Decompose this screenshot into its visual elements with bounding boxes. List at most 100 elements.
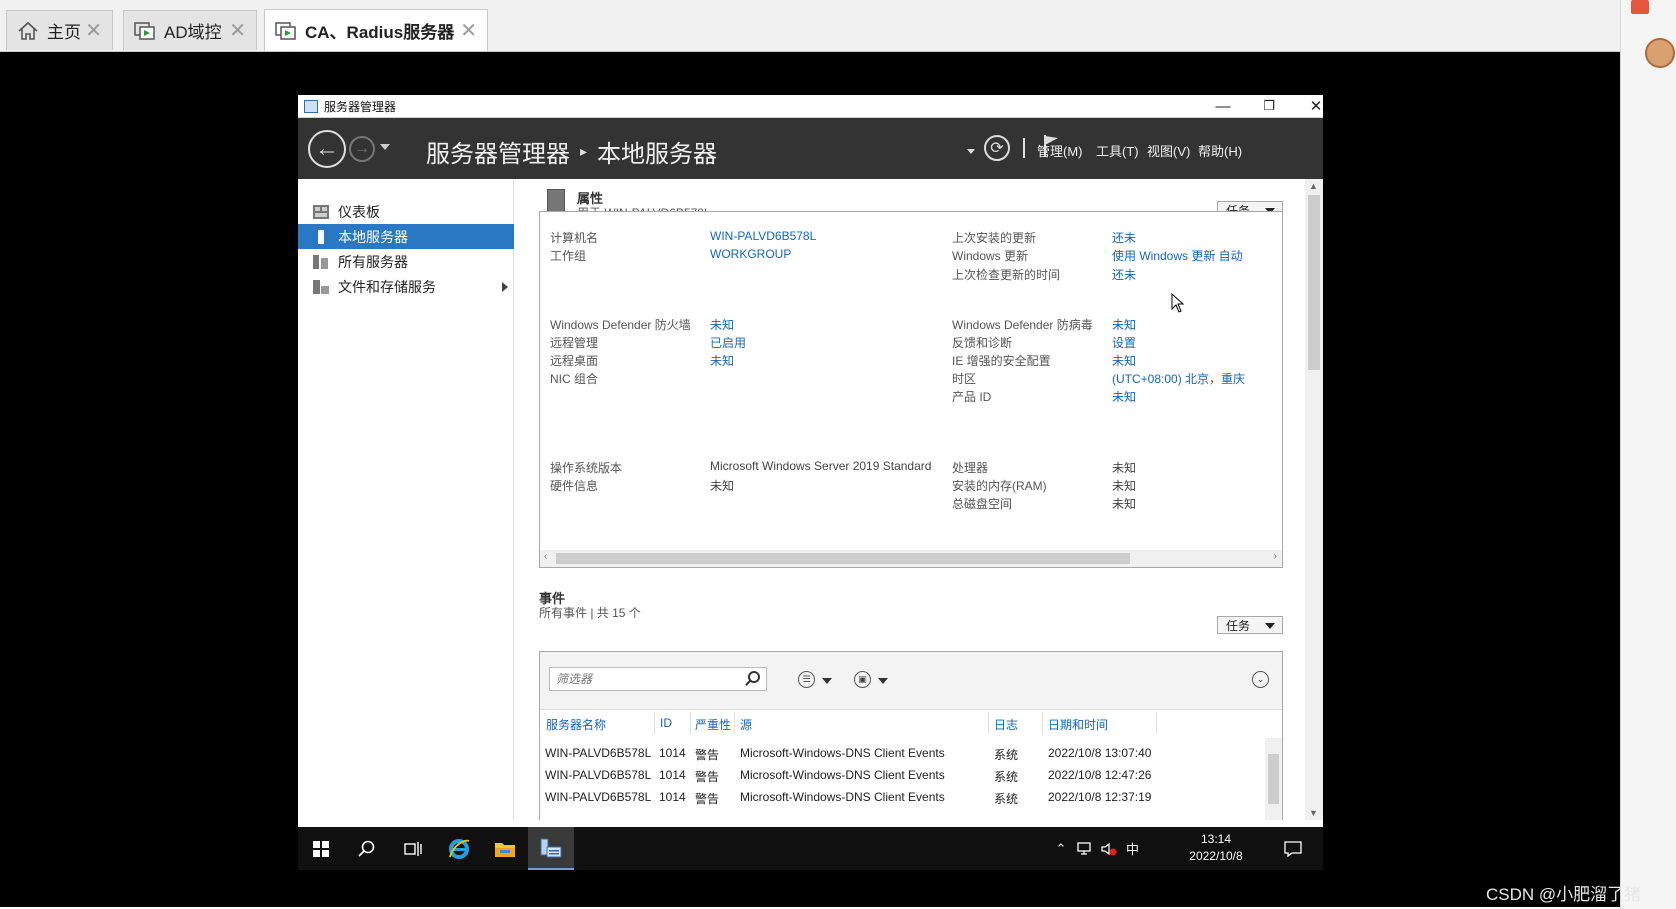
menu-view[interactable]: 视图(V) — [1147, 141, 1190, 160]
taskbar-clock[interactable]: 13:14 2022/10/8 — [1176, 831, 1256, 865]
file-explorer-button[interactable] — [482, 827, 528, 870]
scrollbar-thumb[interactable] — [1268, 754, 1279, 804]
divider — [988, 712, 989, 734]
column-header-source[interactable]: 源 — [740, 716, 752, 733]
window-titlebar[interactable]: 服务器管理器 — ❐ ✕ — [298, 95, 1323, 118]
prop-label: 安装的内存(RAM) — [952, 479, 1047, 493]
mouse-cursor-icon — [1171, 293, 1185, 313]
prop-value-last-update[interactable]: 还未 — [1112, 229, 1136, 246]
cell-datetime: 2022/10/8 12:37:19 — [1048, 790, 1152, 804]
column-header-log[interactable]: 日志 — [994, 716, 1018, 733]
close-icon[interactable]: ✕ — [229, 18, 246, 43]
cell-severity: 警告 — [695, 792, 720, 806]
chevron-down-icon[interactable] — [878, 678, 888, 684]
menu-manage[interactable]: 管理(M) — [1037, 141, 1083, 160]
minimize-button[interactable]: — — [1200, 95, 1246, 117]
taskbar: ⌃ 中 13:14 2022/10/8 — [298, 827, 1323, 870]
horizontal-scrollbar[interactable]: ‹ › — [540, 550, 1282, 567]
sidebar-item-all-servers[interactable]: 所有服务器 — [298, 249, 514, 274]
filter-input[interactable]: 筛选器 — [549, 667, 767, 691]
prop-value-remote-management[interactable]: 已启用 — [710, 334, 746, 351]
column-header-server[interactable]: 服务器名称 — [546, 716, 606, 733]
network-icon[interactable] — [1076, 841, 1094, 857]
sidebar-item-local-server[interactable]: 本地服务器 — [298, 224, 514, 249]
breadcrumb-root[interactable]: 服务器管理器 — [426, 134, 570, 169]
restore-button[interactable]: ❐ — [1246, 95, 1292, 117]
action-center-button[interactable] — [1273, 827, 1313, 870]
start-button[interactable] — [298, 827, 344, 870]
prop-value-feedback[interactable]: 设置 — [1112, 334, 1136, 351]
scroll-up-icon[interactable]: ▲ — [1309, 181, 1318, 191]
prop-value-antivirus[interactable]: 未知 — [1112, 316, 1136, 333]
menu-help[interactable]: 帮助(H) — [1198, 141, 1242, 160]
cell-id: 1014 — [659, 790, 686, 804]
prop-value-firewall[interactable]: 未知 — [710, 316, 734, 333]
search-button[interactable] — [344, 827, 390, 870]
close-icon[interactable]: ✕ — [85, 18, 102, 43]
task-view-button[interactable] — [390, 827, 436, 870]
sidebar-item-label: 仪表板 — [338, 203, 380, 220]
close-button[interactable]: ✕ — [1293, 95, 1339, 117]
forward-button[interactable]: → — [349, 136, 375, 162]
prop-value-workgroup[interactable]: WORKGROUP — [710, 247, 791, 261]
sidebar-item-file-storage[interactable]: 文件和存储服务 — [298, 274, 514, 299]
sidebar-item-dashboard[interactable]: 仪表板 — [298, 199, 514, 224]
prop-label: NIC 组合 — [550, 372, 599, 386]
history-dropdown[interactable] — [380, 144, 390, 150]
host-tab-ad[interactable]: AD域控 ✕ — [123, 10, 257, 50]
prop-value-ie-esc[interactable]: 未知 — [1112, 352, 1136, 369]
scrollbar-thumb[interactable] — [556, 553, 1130, 564]
chevron-right-icon[interactable] — [502, 281, 508, 292]
server-manager-taskbar-button[interactable] — [528, 827, 574, 870]
events-vertical-scrollbar[interactable] — [1265, 738, 1282, 820]
ie-button[interactable] — [436, 827, 482, 870]
scroll-right-icon[interactable]: › — [1274, 551, 1277, 562]
column-header-datetime[interactable]: 日期和时间 — [1048, 716, 1108, 733]
events-tasks-button[interactable]: 任务 — [1217, 616, 1283, 634]
volume-muted-icon[interactable] — [1100, 841, 1118, 857]
csdn-watermark: CSDN @小肥溜了猪 — [1486, 885, 1642, 904]
search-icon[interactable] — [748, 671, 760, 683]
column-header-severity[interactable]: 严重性 — [695, 716, 731, 733]
content-vertical-scrollbar[interactable]: ▲ ▼ — [1305, 179, 1323, 820]
vm-icon — [134, 21, 156, 41]
list-options-icon[interactable]: ☰ — [798, 671, 815, 688]
save-query-icon[interactable]: ▣ — [854, 671, 871, 688]
cell-log: 系统 — [994, 792, 1019, 806]
dashboard-icon — [313, 204, 329, 219]
app-logo-icon — [1631, 0, 1649, 14]
prop-label: 硬件信息 — [550, 479, 599, 493]
dropdown-icon[interactable] — [967, 149, 975, 154]
host-tab-home[interactable]: 主页 ✕ — [6, 10, 113, 50]
scroll-left-icon[interactable]: ‹ — [544, 551, 547, 562]
refresh-icon[interactable]: ⟳ — [984, 135, 1010, 161]
events-subtitle: 所有事件 | 共 15 个 — [539, 606, 641, 620]
prop-value-timezone[interactable]: (UTC+08:00) 北京，重庆 — [1112, 370, 1282, 387]
host-tab-ca-radius[interactable]: CA、Radius服务器 ✕ — [264, 9, 488, 51]
prop-value-remote-desktop[interactable]: 未知 — [710, 352, 734, 369]
prop-value-processor: 未知 — [1112, 461, 1137, 475]
menu-tools[interactable]: 工具(T) — [1096, 141, 1139, 160]
chevron-down-icon[interactable] — [822, 678, 832, 684]
system-tray: ⌃ 中 — [1050, 827, 1139, 870]
column-header-id[interactable]: ID — [660, 716, 672, 730]
avatar[interactable] — [1645, 38, 1675, 68]
prop-value-windows-update[interactable]: 使用 Windows 更新 自动 — [1112, 247, 1282, 264]
tasks-label: 任务 — [1226, 618, 1251, 633]
prop-label: Windows Defender 防火墙 — [550, 318, 691, 332]
scrollbar-thumb[interactable] — [1308, 195, 1320, 370]
prop-value-computer-name[interactable]: WIN-PALVD6B578L — [710, 229, 816, 243]
host-tab-label: AD域控 — [164, 23, 222, 42]
ime-indicator[interactable]: 中 — [1126, 839, 1139, 858]
prop-label: Windows 更新 — [952, 249, 1029, 263]
prop-value-product-id[interactable]: 未知 — [1112, 388, 1136, 405]
search-icon — [358, 840, 375, 857]
back-button[interactable]: ← — [308, 130, 346, 168]
chevron-up-icon[interactable]: ⌃ — [1050, 841, 1072, 857]
cell-server: WIN-PALVD6B578L — [545, 746, 652, 760]
scroll-down-icon[interactable]: ▼ — [1309, 808, 1318, 818]
prop-label: 处理器 — [952, 461, 989, 475]
expand-icon[interactable]: ⌄ — [1252, 671, 1269, 688]
close-icon[interactable]: ✕ — [460, 18, 477, 43]
prop-value-last-check[interactable]: 还未 — [1112, 266, 1136, 283]
